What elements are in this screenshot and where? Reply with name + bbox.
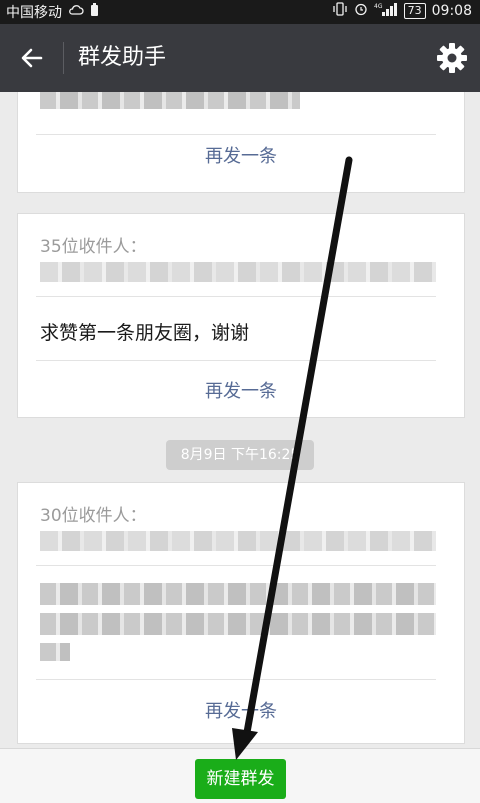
blurred-recipient-names [40, 262, 436, 282]
settings-button[interactable] [434, 40, 470, 76]
card-separator [36, 679, 436, 680]
blurred-message [40, 583, 436, 605]
blurred-recipient-names [40, 531, 436, 551]
carrier-text: 中国移动 [6, 5, 62, 21]
vibrate-icon [332, 2, 348, 20]
status-bar: 中国移动 4G 73 09:08 [0, 0, 480, 24]
recipients-count: 35位收件人： [40, 237, 147, 257]
card-separator [36, 360, 436, 361]
card-separator [36, 134, 436, 135]
blurred-message [40, 92, 300, 109]
alarm-icon [354, 2, 368, 20]
notification-battery-icon [90, 3, 99, 21]
signal-icon: 4G [374, 2, 398, 20]
card-separator [36, 296, 436, 297]
time-separator: 8月9日 下午16:25 [166, 440, 314, 470]
resend-link[interactable]: 再发一条 [18, 142, 464, 168]
broadcast-card: 35位收件人： 求赞第一条朋友圈，谢谢 再发一条 [17, 213, 465, 418]
clock-text: 09:08 [431, 3, 472, 19]
header-divider [63, 42, 64, 74]
broadcast-card: 再发一条 [17, 92, 465, 193]
card-separator [36, 565, 436, 566]
svg-text:4G: 4G [374, 3, 383, 10]
message-list[interactable]: 再发一条 35位收件人： 求赞第一条朋友圈，谢谢 再发一条 8月9日 下午16:… [0, 92, 480, 748]
page-title: 群发助手 [78, 45, 167, 70]
cloud-icon [68, 4, 84, 20]
back-button[interactable] [14, 40, 50, 76]
bottom-bar: 新建群发 [0, 748, 480, 803]
resend-link[interactable]: 再发一条 [18, 377, 464, 403]
app-header: 群发助手 [0, 24, 480, 92]
battery-level: 73 [403, 3, 426, 19]
gear-icon [437, 43, 467, 73]
new-broadcast-button[interactable]: 新建群发 [195, 759, 286, 799]
blurred-message [40, 613, 436, 635]
recipients-count: 30位收件人： [40, 506, 147, 526]
message-text: 求赞第一条朋友圈，谢谢 [40, 322, 250, 344]
blurred-message [40, 643, 70, 661]
broadcast-card: 30位收件人： 再发一条 [17, 482, 465, 744]
resend-link[interactable]: 再发一条 [18, 697, 464, 723]
arrow-left-icon [21, 48, 43, 68]
